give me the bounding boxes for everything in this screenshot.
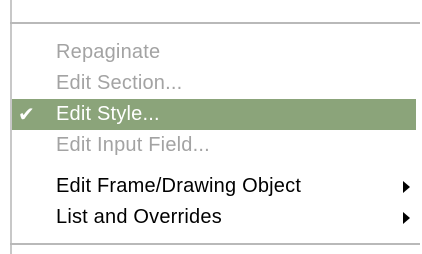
menu-item-label: Edit Style... [56, 103, 160, 125]
menu-item-label: Edit Section... [56, 72, 183, 94]
menu-separator-top [10, 22, 420, 24]
menu-item-label: List and Overrides [56, 206, 222, 228]
menu-item-list-and-overrides[interactable]: List and Overrides [12, 202, 416, 233]
menu-item-edit-style[interactable]: ✔ Edit Style... [12, 99, 416, 130]
menu-item-label: Edit Input Field... [56, 134, 210, 156]
menu-item-label: Edit Frame/Drawing Object [56, 175, 302, 197]
menu-item-edit-input-field[interactable]: Edit Input Field... [12, 130, 416, 161]
menu-item-repaginate[interactable]: Repaginate [12, 37, 416, 68]
checkmark-icon: ✔ [18, 103, 35, 126]
menu-separator-bottom [10, 243, 420, 245]
menu-item-label: Repaginate [56, 41, 161, 63]
menu-item-edit-section[interactable]: Edit Section... [12, 68, 416, 99]
context-menu: Repaginate Edit Section... ✔ Edit Style.… [0, 0, 422, 254]
menu-item-edit-frame-drawing-object[interactable]: Edit Frame/Drawing Object [12, 171, 416, 202]
submenu-arrow-icon [396, 181, 416, 193]
submenu-arrow-icon [396, 212, 416, 224]
